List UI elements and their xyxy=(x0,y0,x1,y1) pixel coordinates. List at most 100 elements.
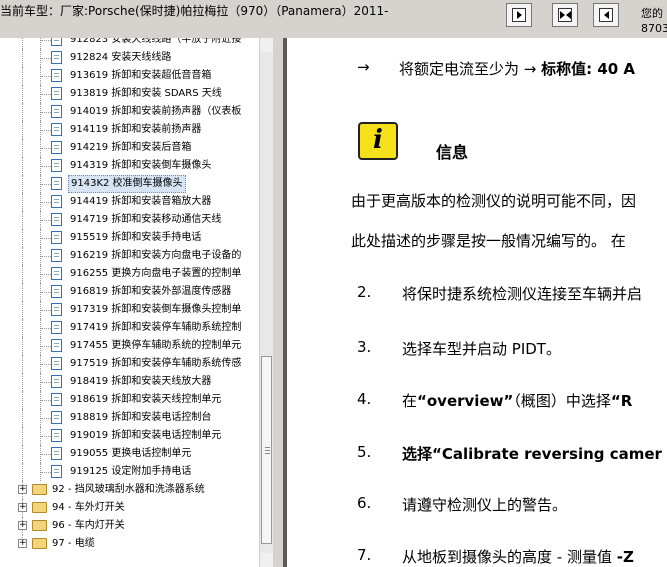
scroll-down-arrow[interactable] xyxy=(260,553,273,567)
tree-item[interactable]: 913819 拆卸和安装 SDARS 天线 xyxy=(0,85,259,103)
tree-item[interactable]: 914019 拆卸和安装前扬声器（仪表板 xyxy=(0,103,259,121)
document-icon xyxy=(51,411,62,424)
tree-item[interactable]: 914219 拆卸和安装后音箱 xyxy=(0,139,259,157)
tree-item[interactable]: 919019 拆卸和安装电话控制单元 xyxy=(0,427,259,445)
tree-item-label: 917319 拆卸和安装倒车摄像头控制单 xyxy=(70,304,242,315)
tree-item[interactable]: 917319 拆卸和安装倒车摄像头控制单 xyxy=(0,301,259,319)
tree-folder-label: 96 - 车内灯开关 xyxy=(52,520,125,531)
tree-item-label: 919019 拆卸和安装电话控制单元 xyxy=(70,430,222,441)
tree-folder[interactable]: +94 - 车外灯开关 xyxy=(0,499,259,517)
info-paragraph-line-2: 此处描述的步骤是按一般情况编写的。 在 xyxy=(351,232,626,250)
info-paragraph-line-1: 由于更高版本的检测仪的说明可能不同，因 xyxy=(351,192,637,210)
tree-item[interactable]: 917519 拆卸和安装停车辅助系统传感 xyxy=(0,355,259,373)
scroll-up-arrow[interactable] xyxy=(260,38,273,52)
tree-item[interactable]: 918419 拆卸和安装天线放大器 xyxy=(0,373,259,391)
tree-scrollbar[interactable] xyxy=(259,38,273,567)
folder-icon xyxy=(32,520,47,531)
tree-item[interactable]: 914119 拆卸和安装前扬声器 xyxy=(0,121,259,139)
tree-item[interactable]: 914319 拆卸和安装倒车摄像头 xyxy=(0,157,259,175)
tree-item-label: 917455 更换停车辅助系统的控制单元 xyxy=(70,340,242,351)
document-icon xyxy=(51,123,62,136)
tree-item[interactable]: 9143K2 校准倒车摄像头 xyxy=(0,175,259,193)
info-icon-letter: i xyxy=(373,125,383,155)
document-icon xyxy=(51,447,62,460)
document-icon xyxy=(51,465,62,478)
info-icon: i xyxy=(358,122,398,160)
tree-folder-label: 94 - 车外灯开关 xyxy=(52,502,125,513)
tree-item[interactable]: 914419 拆卸和安装音箱放大器 xyxy=(0,193,259,211)
nav-next-button[interactable] xyxy=(506,3,532,27)
tree-item-label: 914219 拆卸和安装后音箱 xyxy=(70,142,192,153)
tree-item-label: 914019 拆卸和安装前扬声器（仪表板 xyxy=(70,106,242,117)
expand-icon[interactable]: + xyxy=(18,539,27,548)
tree-item-label: 913619 拆卸和安装超低音音箱 xyxy=(70,70,212,81)
step-number: 2. xyxy=(357,283,372,301)
step-number: 6. xyxy=(357,494,372,512)
rated-current-text: 将额定电流至少为 → xyxy=(399,60,542,78)
tree-item-label: 914319 拆卸和安装倒车摄像头 xyxy=(70,160,212,171)
tree-item-label: 914419 拆卸和安装音箱放大器 xyxy=(70,196,212,207)
tree-item[interactable]: 919125 设定附加手持电话 xyxy=(0,463,259,481)
tree-item-label: 918419 拆卸和安装天线放大器 xyxy=(70,376,212,387)
tree-item[interactable]: 916819 拆卸和安装外部温度传感器 xyxy=(0,283,259,301)
tree-item[interactable]: 918619 拆卸和安装天线控制单元 xyxy=(0,391,259,409)
tree-folder[interactable]: +97 - 电缆 xyxy=(0,535,259,553)
step-text: 将保时捷系统检测仪连接至车辆并启 xyxy=(402,283,642,304)
document-icon xyxy=(51,141,62,154)
expand-icon[interactable]: + xyxy=(18,503,27,512)
tree-item[interactable]: 913619 拆卸和安装超低音音箱 xyxy=(0,67,259,85)
document-icon xyxy=(51,267,62,280)
step-text: 选择“Calibrate reversing camer xyxy=(402,443,662,464)
scrollbar-thumb[interactable] xyxy=(261,356,272,544)
tree-item-label: 913819 拆卸和安装 SDARS 天线 xyxy=(70,88,222,99)
document-icon xyxy=(51,429,62,442)
arrow-right-icon xyxy=(512,8,526,22)
tree-item[interactable]: 918819 拆卸和安装电话控制台 xyxy=(0,409,259,427)
document-icon xyxy=(51,177,62,190)
nav-prev-button[interactable] xyxy=(593,3,619,27)
expand-icon[interactable]: + xyxy=(18,485,27,494)
tree-item[interactable]: 916219 拆卸和安装方向盘电子设备的 xyxy=(0,247,259,265)
tree-folder[interactable]: +96 - 车内灯开关 xyxy=(0,517,259,535)
document-icon xyxy=(51,375,62,388)
tree-item-label: 915519 拆卸和安装手持电话 xyxy=(70,232,202,243)
tree-item[interactable]: 917455 更换停车辅助系统的控制单元 xyxy=(0,337,259,355)
expand-icon[interactable]: + xyxy=(18,521,27,530)
step-text-bold: 选择“Calibrate reversing camer xyxy=(402,445,662,463)
tree-item[interactable]: 914719 拆卸和安装移动通信天线 xyxy=(0,211,259,229)
tree-folder[interactable]: +92 - 挡风玻璃刮水器和洗涤器系统 xyxy=(0,481,259,499)
document-icon xyxy=(51,231,62,244)
tree-item[interactable]: 916255 更换方向盘电子装置的控制单 xyxy=(0,265,259,283)
step-text-bold2: “R xyxy=(610,392,633,410)
step-text-text: 将保时捷系统检测仪连接至车辆并启 xyxy=(402,285,643,303)
arrow-glyph: → xyxy=(357,58,370,76)
document-content: → 将额定电流至少为 → 标称值: 40 A i 信息 由于更高版本的检测仪的说… xyxy=(287,38,667,567)
step-number: 5. xyxy=(357,443,372,461)
tree-item-label: 912824 安装天线线路 xyxy=(70,52,172,63)
document-icon xyxy=(51,38,62,46)
pane-splitter[interactable] xyxy=(273,38,287,567)
double-arrow-icon xyxy=(558,8,572,22)
step-number: 4. xyxy=(357,390,372,408)
step-text: 从地板到摄像头的高度 - 测量值 -Z xyxy=(402,546,634,567)
info-heading: 信息 xyxy=(436,143,469,162)
user-info-line-1: 您的 xyxy=(641,7,663,20)
tree-item[interactable]: 912824 安装天线线路 xyxy=(0,49,259,67)
tree-item-label: 918819 拆卸和安装电话控制台 xyxy=(70,412,212,423)
navigation-tree[interactable]: 912823 安装天线线路（半放于附近接 912824 安装天线线路 913619 … xyxy=(0,38,259,567)
tree-item-label: 917419 拆卸和安装停车辅助系统控制 xyxy=(70,322,242,333)
step-number: 3. xyxy=(357,338,372,356)
nav-expand-button[interactable] xyxy=(552,3,578,27)
rated-current-value: 标称值: 40 A xyxy=(541,60,636,78)
step-text-post: （概图）中选择 xyxy=(513,392,611,410)
folder-icon xyxy=(32,502,47,513)
tree-item-label: 919055 更换电话控制单元 xyxy=(70,448,192,459)
step-number: 7. xyxy=(357,546,372,564)
step-text-text: 选择车型并启动 PIDT。 xyxy=(402,340,561,358)
tree-item[interactable]: 912823 安装天线线路（半放于附近接 xyxy=(0,38,259,49)
tree-item[interactable]: 915519 拆卸和安装手持电话 xyxy=(0,229,259,247)
step-text-bold: -Z xyxy=(616,548,634,566)
user-info: 您的 8703 xyxy=(641,6,667,36)
tree-item[interactable]: 917419 拆卸和安装停车辅助系统控制 xyxy=(0,319,259,337)
tree-item[interactable]: 919055 更换电话控制单元 xyxy=(0,445,259,463)
